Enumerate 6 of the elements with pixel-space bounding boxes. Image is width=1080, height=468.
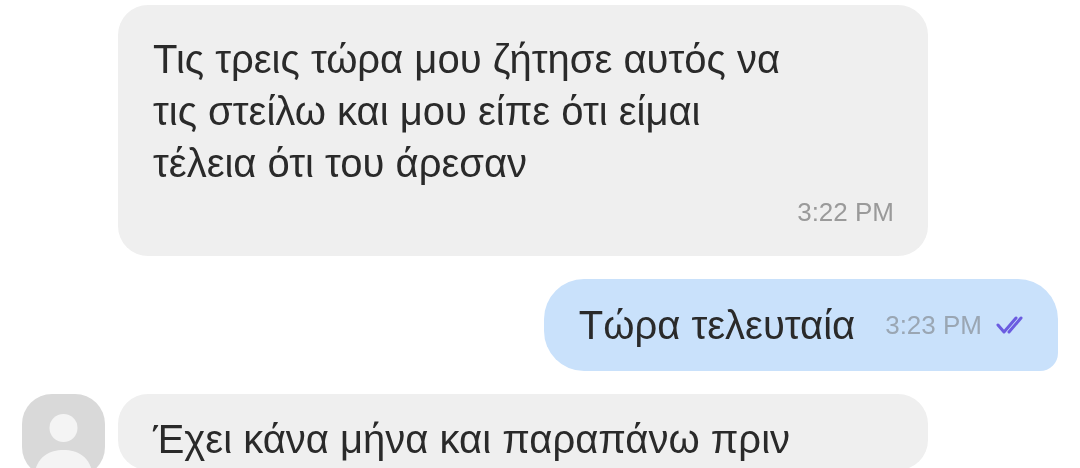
timestamp: 3:23 PM <box>885 308 982 342</box>
avatar-icon <box>22 394 105 468</box>
message-text: Τώρα τελευταία <box>578 302 856 349</box>
message-text: Τις τρεις τώρα μου ζήτησε αυτός να τις στείλω και μου είπε ότι είμαι τέλεια ότι του άρεσαν <box>153 36 782 187</box>
timestamp: 3:22 PM <box>797 196 894 229</box>
message-text: Έχει κάνα μήνα και παραπάνω πριν <box>153 417 791 461</box>
